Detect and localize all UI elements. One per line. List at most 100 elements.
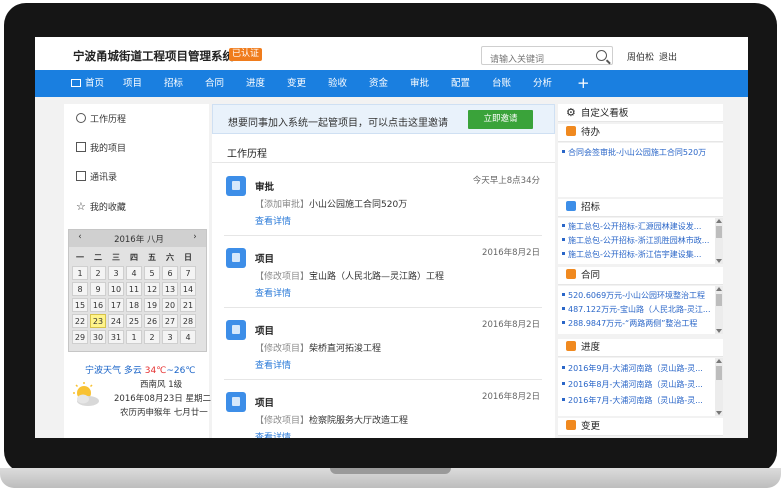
user-name[interactable]: 周伯松	[627, 50, 654, 63]
entry-title: 审批	[255, 182, 275, 193]
contract-item[interactable]: 487.122万元-宝山路（人民北路-灵江...	[562, 304, 710, 315]
calendar-day[interactable]: 21	[180, 298, 196, 312]
calendar-day[interactable]: 4	[180, 330, 196, 344]
calendar-day[interactable]: 22	[72, 314, 88, 328]
entry-tag: 【添加审批】	[255, 200, 310, 210]
entry-desc: 【修改项目】检察院服务大厅改造工程	[255, 413, 408, 426]
progress-item[interactable]: 2016年8月-大浦河南路（灵山路-灵...	[562, 379, 710, 390]
calendar-day[interactable]: 20	[162, 298, 178, 312]
calendar-day[interactable]: 29	[72, 330, 88, 344]
nav-change[interactable]: 变更	[287, 70, 306, 97]
entry-details-link[interactable]: 查看详情	[255, 430, 291, 438]
entry-time: 2016年8月2日	[482, 248, 540, 258]
calendar-day[interactable]: 5	[144, 266, 160, 280]
calendar: ‹ 2016年 八月 › 一二三四五六日 1 2 3 4 5 6 7 8 9 10 11 12 13 14 1…	[68, 229, 207, 352]
invite-button[interactable]: 立即邀请	[468, 110, 533, 129]
calendar-day[interactable]: 27	[162, 314, 178, 328]
calendar-day[interactable]: 17	[108, 298, 124, 312]
nav-analysis[interactable]: 分析	[533, 70, 552, 97]
progress-item[interactable]: 2016年9月-大浦河南路（灵山路-灵...	[562, 363, 710, 374]
calendar-day[interactable]: 3	[162, 330, 178, 344]
contract-header: 合同	[558, 267, 723, 285]
custom-board-header[interactable]: ⚙ 自定义看板	[558, 104, 723, 122]
progress-scrollbar[interactable]	[715, 358, 723, 416]
calendar-day[interactable]: 24	[108, 314, 124, 328]
calendar-header: ‹ 2016年 八月 ›	[69, 230, 206, 247]
nav-progress[interactable]: 进度	[246, 70, 265, 97]
calendar-day[interactable]: 30	[90, 330, 106, 344]
invite-banner: 想要同事加入系统一起管项目，可以点击这里邀请 立即邀请	[212, 104, 555, 134]
sidebar-item-my-projects[interactable]: 我的项目	[76, 141, 126, 157]
certified-badge: 已认证	[229, 48, 263, 61]
logout-link[interactable]: 退出	[659, 50, 677, 63]
calendar-day[interactable]: 16	[90, 298, 106, 312]
progress-title: 进度	[581, 342, 601, 353]
bidding-item[interactable]: 施工总包-公开招标-汇源园林建设发...	[562, 221, 710, 232]
search-box[interactable]	[481, 46, 613, 69]
calendar-day[interactable]: 23	[90, 314, 106, 328]
nav-projects[interactable]: 项目	[123, 70, 142, 97]
entry-details-link[interactable]: 查看详情	[255, 358, 291, 371]
calendar-day[interactable]: 18	[126, 298, 142, 312]
calendar-day[interactable]: 9	[90, 282, 106, 296]
calendar-day[interactable]: 11	[126, 282, 142, 296]
nav-contract[interactable]: 合同	[205, 70, 224, 97]
nav-funds[interactable]: 资金	[369, 70, 388, 97]
calendar-day[interactable]: 13	[162, 282, 178, 296]
calendar-day[interactable]: 1	[126, 330, 142, 344]
home-icon[interactable]	[71, 79, 81, 87]
calendar-day[interactable]: 14	[180, 282, 196, 296]
contract-scrollbar[interactable]	[715, 286, 723, 334]
nav-ledger[interactable]: 台账	[492, 70, 511, 97]
bidding-item[interactable]: 施工总包-公开招标-浙江凯胜园林市政...	[562, 235, 710, 246]
history-entry: 项目 2016年8月2日 【修改项目】柴桥直河拓浚工程 查看详情	[224, 312, 542, 380]
contract-icon	[566, 269, 576, 279]
nav-approval[interactable]: 审批	[410, 70, 429, 97]
nav-home[interactable]: 首页	[85, 70, 104, 97]
calendar-day[interactable]: 26	[144, 314, 160, 328]
calendar-day[interactable]: 15	[72, 298, 88, 312]
bidding-scrollbar[interactable]	[715, 218, 723, 264]
sidebar-item-contacts[interactable]: 通讯录	[76, 170, 117, 186]
calendar-prev-button[interactable]: ‹	[75, 232, 85, 242]
entry-details-link[interactable]: 查看详情	[255, 286, 291, 299]
calendar-day[interactable]: 6	[162, 266, 178, 280]
calendar-day[interactable]: 12	[144, 282, 160, 296]
entry-details-link[interactable]: 查看详情	[255, 214, 291, 227]
todo-item[interactable]: 合同会签审批-小山公园施工合同520万	[562, 147, 710, 158]
sidebar-item-favorites[interactable]: ☆ 我的收藏	[76, 199, 126, 215]
calendar-day[interactable]: 2	[144, 330, 160, 344]
calendar-day[interactable]: 7	[180, 266, 196, 280]
contract-item[interactable]: 520.6069万元-小山公园环境整治工程	[562, 290, 710, 301]
progress-item[interactable]: 2016年7月-大浦河南路（灵山路-灵...	[562, 395, 710, 406]
calendar-day[interactable]: 28	[180, 314, 196, 328]
dashboard-panel: ⚙ 自定义看板 待办 合同会签审批-小山公园施工合同520万 招标 施工总包-公开…	[558, 104, 723, 438]
bidding-header: 招标	[558, 199, 723, 217]
entry-tag: 【修改项目】	[255, 416, 310, 426]
contract-title: 合同	[581, 270, 601, 281]
calendar-weekday: 四	[130, 253, 138, 262]
monitor-notch	[330, 468, 451, 474]
calendar-day[interactable]: 31	[108, 330, 124, 344]
weather-wind: 西南风 1级	[140, 380, 183, 390]
weather-condition: 多云	[123, 366, 142, 376]
entry-desc: 【修改项目】柴桥直河拓浚工程	[255, 341, 381, 354]
calendar-day[interactable]: 3	[108, 266, 124, 280]
calendar-day[interactable]: 4	[126, 266, 142, 280]
search-icon[interactable]	[596, 50, 607, 61]
sidebar-item-history[interactable]: 工作历程	[76, 112, 126, 128]
nav-config[interactable]: 配置	[451, 70, 470, 97]
calendar-next-button[interactable]: ›	[190, 232, 200, 242]
calendar-day[interactable]: 1	[72, 266, 88, 280]
calendar-day[interactable]: 10	[108, 282, 124, 296]
contract-item[interactable]: 288.9847万元-“两路两侧”整治工程	[562, 318, 710, 329]
calendar-day[interactable]: 19	[144, 298, 160, 312]
calendar-day[interactable]: 8	[72, 282, 88, 296]
calendar-day[interactable]: 25	[126, 314, 142, 328]
bidding-item[interactable]: 施工总包-公开招标-浙江信宇建设集...	[562, 249, 710, 260]
nav-add-button[interactable]: +	[577, 70, 590, 97]
search-input[interactable]	[482, 51, 590, 69]
calendar-day[interactable]: 2	[90, 266, 106, 280]
nav-acceptance[interactable]: 验收	[328, 70, 347, 97]
nav-bidding[interactable]: 招标	[164, 70, 183, 97]
